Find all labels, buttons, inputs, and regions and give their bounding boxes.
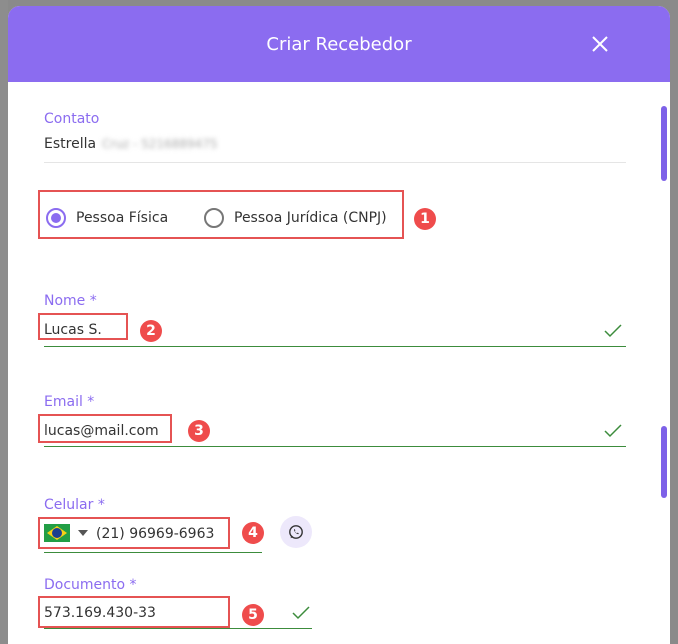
celular-field[interactable]: (21) 96969-6963 [96, 526, 214, 542]
radio-pessoa-juridica[interactable]: Pessoa Jurídica (CNPJ) [204, 208, 387, 228]
email-field[interactable]: lucas@mail.com [44, 423, 159, 439]
scrollbar-thumb-bottom[interactable] [661, 426, 667, 498]
email-label: Email * [44, 394, 95, 410]
annotation-badge: 4 [242, 522, 264, 544]
nome-label: Nome * [44, 293, 97, 309]
whatsapp-icon [289, 525, 303, 539]
contact-details-blurred: Cruz - 5216889475 [102, 137, 218, 151]
radio-pessoa-fisica[interactable]: Pessoa Física [46, 208, 168, 228]
caret-down-icon[interactable] [78, 530, 88, 536]
scrollbar-thumb-top[interactable] [661, 106, 667, 181]
nome-field[interactable]: Lucas S. [44, 322, 102, 338]
nome-underline [44, 346, 626, 347]
documento-field[interactable]: 573.169.430-33 [44, 605, 156, 621]
annotation-badge: 2 [140, 320, 162, 342]
scrollbar[interactable] [660, 106, 668, 644]
celular-label: Celular * [44, 497, 105, 513]
background-page [0, 0, 8, 644]
brazil-flag-icon[interactable] [44, 524, 70, 542]
email-underline [44, 446, 626, 447]
close-icon[interactable] [590, 34, 610, 54]
modal-header: Criar Recebedor [8, 6, 670, 82]
documento-label: Documento * [44, 577, 137, 593]
celular-underline [44, 552, 262, 553]
check-icon [604, 424, 622, 438]
radio-unchecked-icon [204, 208, 224, 228]
check-icon [292, 606, 310, 620]
contact-label: Contato [44, 111, 100, 127]
radio-label: Pessoa Jurídica (CNPJ) [234, 210, 387, 226]
annotation-badge: 1 [414, 208, 436, 230]
check-icon [604, 324, 622, 338]
annotation-badge: 3 [188, 420, 210, 442]
annotation-badge: 5 [242, 604, 264, 626]
radio-checked-icon [46, 208, 66, 228]
contact-name: Estrella [44, 136, 97, 152]
whatsapp-button[interactable] [280, 516, 312, 548]
contact-divider [44, 162, 626, 163]
documento-underline [44, 628, 312, 629]
create-receiver-modal: Criar Recebedor Contato Estrella Cruz - … [8, 6, 670, 644]
radio-label: Pessoa Física [76, 210, 169, 226]
modal-title: Criar Recebedor [266, 33, 412, 55]
